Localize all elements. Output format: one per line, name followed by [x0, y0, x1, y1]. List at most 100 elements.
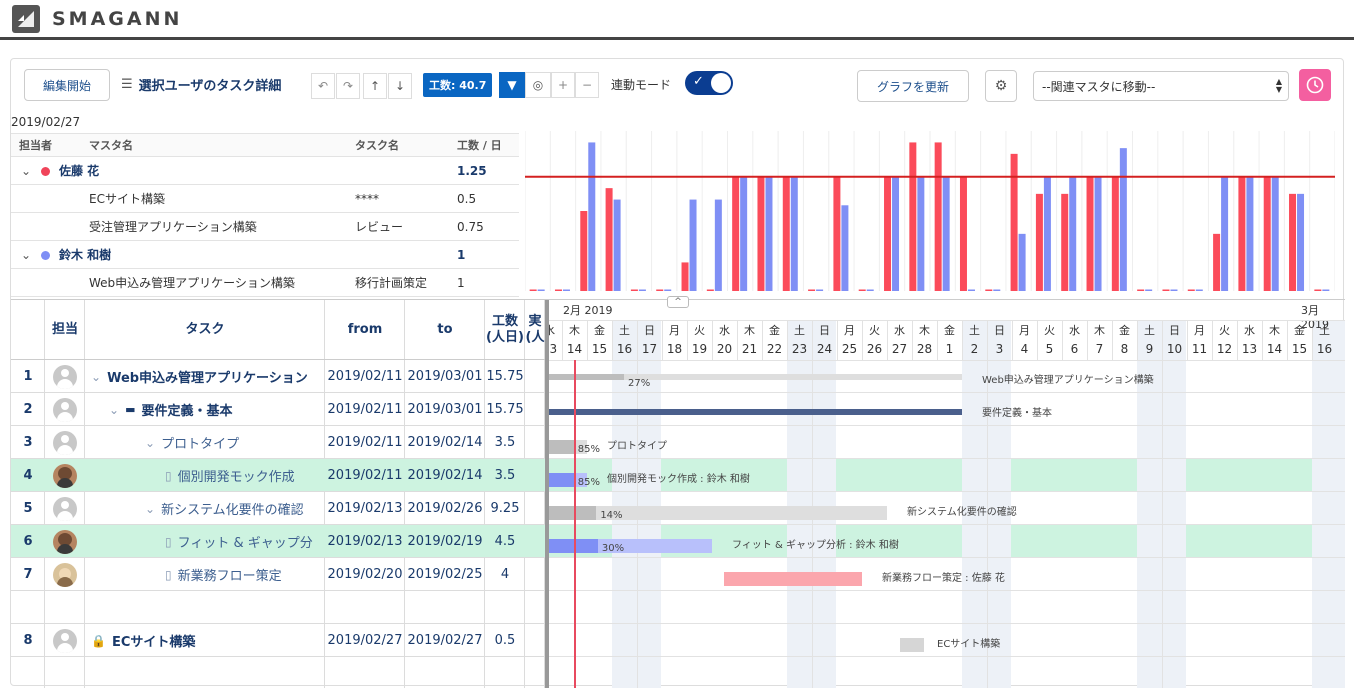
day-number: 10: [1166, 342, 1183, 356]
glasses-icon[interactable]: ◎: [525, 72, 551, 98]
avatar[interactable]: [53, 430, 77, 455]
table-row[interactable]: 8 🔒 ECサイト構築 2019/02/27 2019/02/27 0.5: [11, 624, 545, 657]
day-weekday: 水: [549, 324, 555, 337]
master-select[interactable]: --関連マスタに移動-- ▲ ▼: [1033, 71, 1289, 101]
to-cell[interactable]: 2019/03/01: [405, 360, 485, 393]
summary-group-row[interactable]: ⌄ 佐藤 花 1.25: [11, 157, 519, 185]
table-row[interactable]: 1 ⌄ Web申込み管理アプリケーション 2019/02/11 2019/03/01 15…: [11, 360, 545, 393]
avatar[interactable]: [53, 463, 77, 488]
column-header-actual[interactable]: 実 (人: [525, 300, 545, 360]
chevron-down-icon[interactable]: ⌄: [91, 370, 101, 384]
column-header-num[interactable]: [11, 300, 45, 360]
table-row[interactable]: 7 ▯ 新業務フロー策定 2019/02/20 2019/02/25 4: [11, 558, 545, 591]
table-row[interactable]: 6 ▯ フィット & ギャップ分 2019/02/13 2019/02/19 4.5: [11, 525, 545, 558]
workload-cell[interactable]: 3.5: [485, 426, 525, 459]
day-gridline: [562, 320, 563, 360]
from-cell[interactable]: 2019/02/20: [325, 558, 405, 591]
table-row[interactable]: 2 ⌄ ▬ 要件定義・基本 2019/02/11 2019/03/01 15.75: [11, 393, 545, 426]
to-cell[interactable]: 2019/02/14: [405, 459, 485, 492]
chart-bar-sato: [1238, 176, 1246, 291]
undo-icon[interactable]: ↶: [311, 73, 335, 99]
to-cell[interactable]: 2019/02/14: [405, 426, 485, 459]
task-cell[interactable]: ▯ フィット & ギャップ分: [85, 525, 325, 558]
assignee-cell: [45, 393, 85, 426]
from-cell[interactable]: 2019/02/27: [325, 624, 405, 657]
column-header-task[interactable]: タスク: [85, 300, 325, 360]
settings-icon[interactable]: ⚙: [985, 70, 1017, 102]
summary-group-row[interactable]: ⌄ 鈴木 和樹 1: [11, 241, 519, 269]
filter-icon[interactable]: ▼: [499, 72, 525, 98]
task-cell[interactable]: ▯ 新業務フロー策定: [85, 558, 325, 591]
gantt-bar[interactable]: [549, 409, 962, 415]
avatar[interactable]: [53, 529, 77, 554]
bar-caption: 要件定義・基本: [982, 408, 1052, 419]
redo-icon[interactable]: ↷: [336, 73, 360, 99]
day-gridline: [1137, 320, 1138, 360]
chevron-down-icon[interactable]: ⌄: [145, 436, 155, 450]
task-cell[interactable]: ⌄ ▬ 要件定義・基本: [85, 393, 325, 426]
chart-bar-sato: [884, 176, 892, 291]
file-icon: ▯: [165, 567, 172, 582]
workload-cell[interactable]: 9.25: [485, 492, 525, 525]
workload-cell[interactable]: [485, 591, 525, 624]
workload-cell[interactable]: 4.5: [485, 525, 525, 558]
edit-start-button[interactable]: 編集開始: [24, 69, 110, 101]
table-row[interactable]: 4 ▯ 個別開発モック作成 2019/02/11 2019/02/14 3.5: [11, 459, 545, 492]
from-cell[interactable]: 2019/02/11: [325, 426, 405, 459]
from-cell[interactable]: [325, 591, 405, 624]
table-row[interactable]: 5 ⌄ 新システム化要件の確認 2019/02/13 2019/02/26 9.25: [11, 492, 545, 525]
chevron-down-icon[interactable]: ⌄: [109, 403, 119, 417]
workload-cell[interactable]: 15.75: [485, 393, 525, 426]
task-cell[interactable]: ⌄ 新システム化要件の確認: [85, 492, 325, 525]
day-weekday: 月: [844, 324, 855, 337]
from-cell[interactable]: 2019/02/11: [325, 393, 405, 426]
from-cell[interactable]: 2019/02/11: [325, 360, 405, 393]
column-header-to[interactable]: to: [405, 300, 485, 360]
task-cell[interactable]: ⌄ Web申込み管理アプリケーション: [85, 360, 325, 393]
workload-cell[interactable]: 0.5: [485, 624, 525, 657]
avatar[interactable]: [53, 364, 77, 389]
gantt-bar[interactable]: [900, 638, 924, 652]
to-cell[interactable]: [405, 591, 485, 624]
column-header-assignee[interactable]: 担当: [45, 300, 85, 360]
table-row[interactable]: 3 ⌄ プロトタイプ 2019/02/11 2019/02/14 3.5: [11, 426, 545, 459]
from-cell[interactable]: 2019/02/13: [325, 525, 405, 558]
avatar[interactable]: [53, 562, 77, 587]
from-cell[interactable]: 2019/02/11: [325, 459, 405, 492]
to-cell[interactable]: 2019/02/26: [405, 492, 485, 525]
add-icon[interactable]: +: [551, 72, 575, 98]
chevron-down-icon[interactable]: ⌄: [145, 502, 155, 516]
to-cell[interactable]: 2019/03/01: [405, 393, 485, 426]
update-graph-button[interactable]: グラフを更新: [857, 70, 969, 102]
avatar[interactable]: [53, 496, 77, 521]
workload-cell[interactable]: 15.75: [485, 360, 525, 393]
column-header-from[interactable]: from: [325, 300, 405, 360]
today-marker: [574, 360, 576, 688]
task-cell[interactable]: ▯ 個別開発モック作成: [85, 459, 325, 492]
move-up-icon[interactable]: ↑: [363, 73, 387, 99]
workload-cell[interactable]: 3.5: [485, 459, 525, 492]
move-down-icon[interactable]: ↓: [388, 73, 412, 99]
column-header-workload[interactable]: 工数 (人日): [485, 300, 525, 360]
sync-mode-toggle[interactable]: ✓: [685, 71, 733, 95]
workload-cell[interactable]: 4: [485, 558, 525, 591]
to-cell[interactable]: 2019/02/19: [405, 525, 485, 558]
table-row[interactable]: [11, 591, 545, 624]
chart-bar-suzuki: [1145, 289, 1153, 291]
remove-icon[interactable]: −: [575, 72, 599, 98]
to-cell[interactable]: 2019/02/27: [405, 624, 485, 657]
row-master: ECサイト構築: [89, 192, 165, 206]
task-name: 要件定義・基本: [141, 404, 233, 419]
gantt-bar[interactable]: [724, 572, 862, 586]
clock-icon[interactable]: [1299, 69, 1331, 101]
to-cell[interactable]: 2019/02/25: [405, 558, 485, 591]
task-cell[interactable]: [85, 591, 325, 624]
from-cell[interactable]: 2019/02/13: [325, 492, 405, 525]
task-cell[interactable]: 🔒 ECサイト構築: [85, 624, 325, 657]
avatar[interactable]: [53, 628, 77, 653]
task-cell[interactable]: ⌄ プロトタイプ: [85, 426, 325, 459]
chevron-down-icon[interactable]: ⌄: [21, 248, 31, 262]
chevron-down-icon[interactable]: ⌄: [21, 164, 31, 178]
avatar[interactable]: [53, 397, 77, 422]
day-gridline: [1237, 320, 1238, 360]
